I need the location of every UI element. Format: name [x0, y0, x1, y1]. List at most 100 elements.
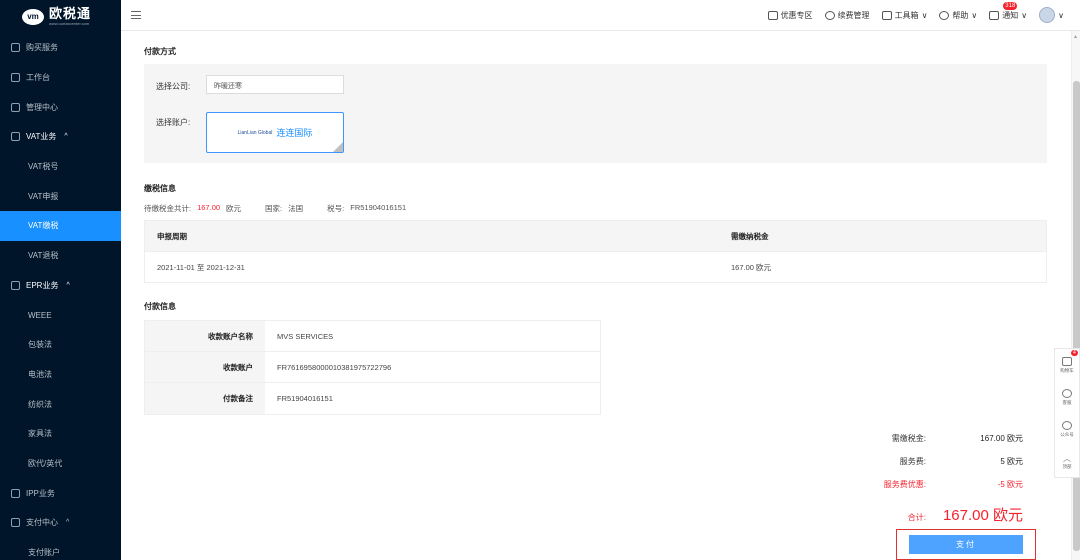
- company-label: 选择公司:: [156, 82, 191, 91]
- sidebar-item-payment-center[interactable]: 支付中心 ^: [0, 508, 121, 538]
- floating-toolbar: 4 购物车 客服 公众号 ︿ 顶部: [1054, 348, 1080, 478]
- account-label: 选择账户:: [156, 118, 191, 127]
- table-row: 付款备注 FR51904016151: [145, 383, 600, 414]
- sidebar-item-label: VAT税号: [28, 162, 59, 172]
- sidebar-item-label: WEEE: [28, 310, 52, 320]
- tax-summary-line: 待缴税金共计: 167.00 欧元 国家: 法国 税号: FR519040161…: [144, 203, 407, 213]
- payment-method-box: 选择公司: 昨暖还寒 选择账户: LianLian Global 连连国际: [144, 64, 1047, 163]
- country-value: 法国: [288, 204, 304, 213]
- sidebar-item-ipp[interactable]: IPP业务: [0, 478, 121, 508]
- recycle-icon: [11, 280, 20, 290]
- sidebar-item-label: VAT业务: [26, 132, 57, 142]
- sidebar-item-vat-payment[interactable]: VAT缴税: [0, 211, 121, 241]
- briefcase-icon: [11, 132, 20, 142]
- chevron-up-icon: ^: [64, 133, 68, 141]
- table-header: 申报周期 需缴纳税金: [144, 220, 1047, 252]
- avatar: [1039, 7, 1056, 23]
- sidebar-item-label: IPP业务: [26, 488, 55, 498]
- selected-corner-icon: [333, 142, 343, 152]
- payee-info-title: 付款信息: [144, 302, 176, 311]
- sidebar-item-textile[interactable]: 纺织法: [0, 389, 121, 419]
- scroll-thumb[interactable]: [1073, 81, 1080, 551]
- monitor-icon: [11, 102, 20, 112]
- float-wechat[interactable]: 公众号: [1060, 413, 1074, 445]
- cart-badge: 4: [1070, 350, 1078, 356]
- payment-summary: 需缴税金: 167.00 欧元 服务费: 5 欧元 服务费优惠: -5 欧元 合…: [883, 434, 1023, 524]
- sidebar-item-weee[interactable]: WEEE: [0, 300, 121, 330]
- sidebar-item-workbench[interactable]: 工作台: [0, 63, 121, 93]
- sidebar-item-management[interactable]: 管理中心: [0, 92, 121, 122]
- header-help[interactable]: 帮助 ∨: [939, 10, 977, 21]
- headset-icon: [1062, 388, 1072, 398]
- tax-table: 申报周期 需缴纳税金 2021-11-01 至 2021-12-31 167.0…: [144, 220, 1047, 283]
- table-row: 收款账户名称 MVS SERVICES: [145, 321, 600, 352]
- user-menu[interactable]: ∨: [1039, 7, 1064, 23]
- menu-collapse-icon[interactable]: [131, 11, 141, 19]
- sidebar-item-label: VAT退税: [28, 251, 59, 261]
- top-header: 优惠专区 续费管理 工具箱 ∨ 帮助 ∨ 通知 318 ∨ ∨: [121, 0, 1080, 31]
- discount-value: -5 欧元: [997, 480, 1023, 489]
- header-discounts[interactable]: 优惠专区: [767, 10, 813, 21]
- scroll-up-icon[interactable]: ▲: [1073, 34, 1078, 40]
- sidebar-item-vat-filing[interactable]: VAT申报: [0, 181, 121, 211]
- header-renewal[interactable]: 续费管理: [824, 10, 870, 21]
- sidebar-item-label: 包装法: [28, 340, 52, 350]
- sidebar-item-battery[interactable]: 电池法: [0, 360, 121, 390]
- chevron-down-icon: ∨: [1058, 10, 1064, 20]
- sidebar-item-label: 纺织法: [28, 399, 52, 409]
- renew-icon: [824, 10, 835, 20]
- float-support[interactable]: 客服: [1062, 381, 1072, 413]
- sidebar-item-vat[interactable]: VAT业务 ^: [0, 122, 121, 152]
- sidebar-item-payment-account[interactable]: 支付账户: [0, 538, 121, 560]
- header-notifications[interactable]: 通知 318 ∨: [989, 1, 1028, 21]
- scrollbar[interactable]: ▲: [1071, 31, 1080, 560]
- chevron-down-icon: ∨: [971, 10, 978, 20]
- sidebar-item-label: VAT申报: [28, 191, 59, 201]
- tax-info-title: 缴税信息: [144, 184, 176, 193]
- table-row: 收款账户 FR7616958000010381975722796: [145, 352, 600, 383]
- logo-mark-icon: vm: [22, 8, 44, 25]
- cart-icon: [1062, 356, 1072, 366]
- account-name: 连连国际: [276, 128, 313, 138]
- sidebar-item-label: 电池法: [28, 369, 52, 379]
- sidebar-item-label: 工作台: [26, 73, 50, 83]
- wechat-icon: [1062, 420, 1072, 430]
- shield-icon: [11, 488, 20, 498]
- sidebar-item-label: VAT缴税: [28, 221, 59, 231]
- logo-title: 欧税通: [49, 6, 92, 21]
- logo[interactable]: vm 欧税通 www.ourtaxcenter.com: [0, 0, 121, 33]
- chevron-up-icon: ^: [66, 281, 70, 289]
- float-top[interactable]: ︿ 顶部: [1063, 445, 1072, 477]
- sidebar-item-buy-service[interactable]: 购买服务: [0, 33, 121, 63]
- sidebar-item-vat-refund[interactable]: VAT退税: [0, 241, 121, 271]
- tax-number: FR51904016151: [350, 203, 407, 212]
- sidebar-item-packaging[interactable]: 包装法: [0, 330, 121, 360]
- help-icon: [939, 10, 950, 20]
- service-fee-value: 5 欧元: [1000, 457, 1023, 466]
- sidebar-item-label: 家具法: [28, 429, 52, 439]
- pending-amount: 167.00: [197, 203, 221, 212]
- sidebar-item-label: 管理中心: [26, 102, 58, 112]
- sidebar-item-label: 支付中心: [26, 518, 58, 528]
- chevron-down-icon: ∨: [921, 10, 928, 20]
- notification-badge: 318: [1003, 1, 1018, 10]
- pay-button[interactable]: 支付: [909, 535, 1023, 554]
- table-row: 2021-11-01 至 2021-12-31 167.00 欧元: [144, 252, 1047, 283]
- chevron-up-icon: ^: [66, 519, 70, 527]
- account-option-lianlian[interactable]: LianLian Global 连连国际: [206, 112, 344, 153]
- sidebar-item-eu-uk-rep[interactable]: 欧代/英代: [0, 449, 121, 479]
- float-cart[interactable]: 4 购物车: [1060, 349, 1078, 381]
- sidebar-item-label: 支付账户: [28, 548, 60, 558]
- chevron-down-icon: ∨: [1021, 10, 1028, 20]
- sidebar-item-vat-number[interactable]: VAT税号: [0, 152, 121, 182]
- sidebar-item-label: EPR业务: [26, 280, 59, 290]
- company-select[interactable]: 昨暖还寒: [206, 75, 344, 94]
- logo-subtitle: www.ourtaxcenter.com: [49, 21, 90, 26]
- pay-button-highlight: 支付: [896, 529, 1036, 560]
- header-toolbox[interactable]: 工具箱 ∨: [881, 10, 928, 21]
- payment-method-title: 付款方式: [144, 47, 176, 56]
- sidebar-item-furniture[interactable]: 家具法: [0, 419, 121, 449]
- sidebar-item-label: 购买服务: [26, 43, 58, 53]
- tax-due-value: 167.00 欧元: [980, 434, 1023, 443]
- sidebar-item-epr[interactable]: EPR业务 ^: [0, 271, 121, 301]
